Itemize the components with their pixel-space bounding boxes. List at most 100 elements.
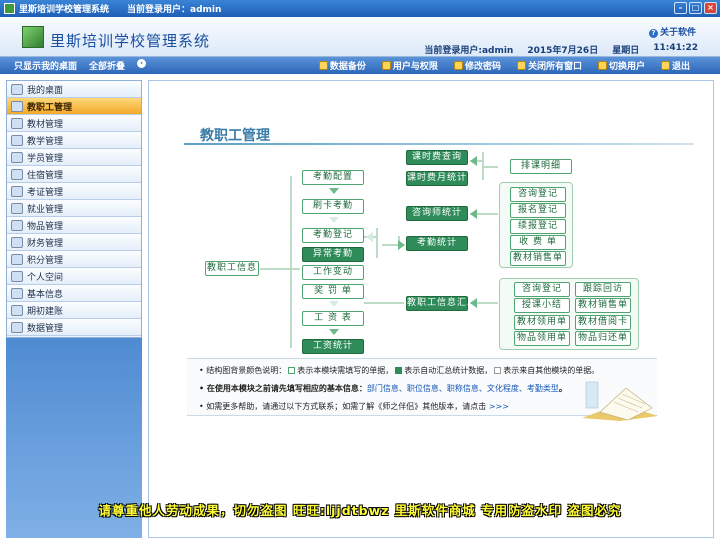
more-link[interactable]: >>> (489, 402, 509, 411)
arrow-left (366, 232, 373, 242)
module-icon (11, 100, 23, 112)
sidebar-item-4[interactable]: 学员管理 (7, 149, 141, 166)
bottom-node-3-1[interactable]: 物品归还单 (575, 331, 631, 346)
mid-node-3[interactable]: 收 费 单 (510, 235, 566, 250)
document-illustration (582, 381, 658, 421)
about-link[interactable]: ? 关于软件 (648, 25, 696, 38)
bottom-node-1-0[interactable]: 授课小结 (514, 298, 570, 313)
toolbar-item-0[interactable]: 数据备份 (318, 59, 366, 72)
sidebar-item-label: 教学管理 (27, 136, 64, 147)
sidebar-item-7[interactable]: 就业管理 (7, 200, 141, 217)
database-icon (318, 61, 328, 70)
sidebar-item-label: 住宿管理 (27, 170, 64, 181)
bottom-node-3-0[interactable]: 物品领用单 (514, 331, 570, 346)
titlebar-user: 当前登录用户：admin (127, 5, 222, 15)
sidebar-item-2[interactable]: 教材管理 (7, 115, 141, 132)
toolbar-item-5[interactable]: 退出 (660, 59, 690, 72)
chain-node-2[interactable]: 考勤登记 (302, 228, 364, 243)
legend-row-help: • 如需更多帮助，请通过以下方式联系；如需了解《师之伴侣》其他版本，请点击 >>… (199, 402, 509, 411)
sidebar: 我的桌面教职工管理教材管理教学管理学员管理住宿管理考证管理就业管理物品管理财务管… (6, 80, 142, 338)
sidebar-item-5[interactable]: 住宿管理 (7, 166, 141, 183)
arrow-left (470, 298, 477, 308)
sidebar-item-label: 期初建账 (27, 306, 64, 317)
attendance-stats-node[interactable]: 考勤统计 (406, 236, 468, 251)
module-icon (11, 321, 23, 333)
bottom-node-0-1[interactable]: 跟踪回访 (575, 282, 631, 297)
fee-month-node[interactable]: 课时费月统计 (406, 171, 468, 186)
toolbar-item-4[interactable]: 切换用户 (597, 59, 645, 72)
sidebar-item-label: 考证管理 (27, 187, 64, 198)
sidebar-item-label: 数据管理 (27, 323, 64, 334)
sidebar-item-0[interactable]: 我的桌面 (7, 81, 141, 98)
close-button[interactable]: × (704, 2, 717, 14)
collapse-arrow-icon[interactable]: ‹ (137, 59, 147, 68)
page-title: 教职工管理 (200, 128, 270, 144)
chain-node-0[interactable]: 考勤配置 (302, 170, 364, 185)
module-icon (11, 151, 23, 163)
sidebar-item-10[interactable]: 积分管理 (7, 251, 141, 268)
sidebar-item-label: 物品管理 (27, 221, 64, 232)
collapse-all-button[interactable]: 全部折叠 (89, 59, 125, 72)
app-icon (4, 3, 15, 14)
sidebar-item-9[interactable]: 财务管理 (7, 234, 141, 251)
bottom-node-0-0[interactable]: 咨询登记 (514, 282, 570, 297)
clock: 11:41:22 (653, 43, 698, 53)
show-desktop-button[interactable]: 只显示我的桌面 (14, 59, 77, 72)
switch-user-icon (597, 61, 607, 70)
schedule-node[interactable]: 排课明细 (510, 159, 572, 174)
toolbar: 只显示我的桌面 全部折叠 ‹ 数据备份 用户与权限 修改密码 关闭所有窗口 切换用户 退出 (0, 57, 720, 74)
arrow-left (470, 209, 477, 219)
maximize-button[interactable]: □ (689, 2, 702, 14)
exit-icon (660, 61, 670, 70)
toolbar-item-1[interactable]: 用户与权限 (381, 59, 438, 72)
chain-node-5[interactable]: 奖 罚 单 (302, 284, 364, 299)
arrow-down (329, 329, 339, 335)
question-icon: ? (648, 29, 658, 38)
basic-info-links[interactable]: 部门信息、职位信息、职称信息、文化程度、考勤类型 (367, 384, 559, 393)
module-icon (11, 253, 23, 265)
chain-node-3[interactable]: 异常考勤 (302, 247, 364, 262)
module-icon (11, 236, 23, 248)
chain-node-1[interactable]: 刷卡考勤 (302, 199, 364, 214)
module-icon (11, 117, 23, 129)
arrow-down (329, 217, 339, 223)
watermark-text: 请尊重他人劳动成果，切勿盗图 旺旺:ljjdtbwz 里斯软件商城 专用防盗水印… (98, 503, 622, 518)
chain-node-6[interactable]: 工 资 表 (302, 311, 364, 326)
logo-icon (22, 26, 44, 48)
sidebar-item-8[interactable]: 物品管理 (7, 217, 141, 234)
toolbar-item-3[interactable]: 关闭所有窗口 (516, 59, 582, 72)
bullet-icon: • (199, 402, 204, 411)
consultant-stats-node[interactable]: 咨询师统计 (406, 206, 468, 221)
sidebar-item-14[interactable]: 数据管理 (7, 319, 141, 336)
chain-node-4[interactable]: 工作变动 (302, 265, 364, 280)
staff-summary-node[interactable]: 教职工信息汇总 (406, 296, 476, 311)
sidebar-item-label: 教职工管理 (27, 102, 73, 113)
window-titlebar: 里斯培训学校管理系统 当前登录用户：admin – □ × (0, 0, 720, 17)
bottom-node-2-1[interactable]: 教材借阅卡 (575, 315, 631, 330)
sidebar-item-12[interactable]: 基本信息 (7, 285, 141, 302)
sidebar-item-11[interactable]: 个人空间 (7, 268, 141, 285)
module-icon (11, 185, 23, 197)
close-windows-icon (516, 61, 526, 70)
module-icon (11, 83, 23, 95)
bottom-node-2-0[interactable]: 教材领用单 (514, 315, 570, 330)
green-square-icon (395, 367, 403, 374)
sidebar-item-1[interactable]: 教职工管理 (7, 98, 141, 115)
sidebar-item-13[interactable]: 期初建账 (7, 302, 141, 319)
bottom-node-1-1[interactable]: 教材销售单 (575, 298, 631, 313)
bullet-icon: • (199, 384, 205, 393)
minimize-button[interactable]: – (674, 2, 687, 14)
users-icon (381, 61, 391, 70)
mid-node-1[interactable]: 报名登记 (510, 203, 566, 218)
staff-info-node[interactable]: 教职工信息 (205, 261, 259, 276)
toolbar-item-2[interactable]: 修改密码 (453, 59, 501, 72)
fee-query-node[interactable]: 课时费查询 (406, 150, 468, 165)
mid-node-4[interactable]: 教材销售单 (510, 251, 566, 266)
mid-node-2[interactable]: 续报登记 (510, 219, 566, 234)
wage-stats-node[interactable]: 工资统计 (302, 339, 364, 354)
sidebar-item-6[interactable]: 考证管理 (7, 183, 141, 200)
mid-node-0[interactable]: 咨询登记 (510, 187, 566, 202)
sidebar-item-3[interactable]: 教学管理 (7, 132, 141, 149)
gray-square-icon (494, 367, 502, 374)
sidebar-item-label: 教材管理 (27, 119, 64, 130)
